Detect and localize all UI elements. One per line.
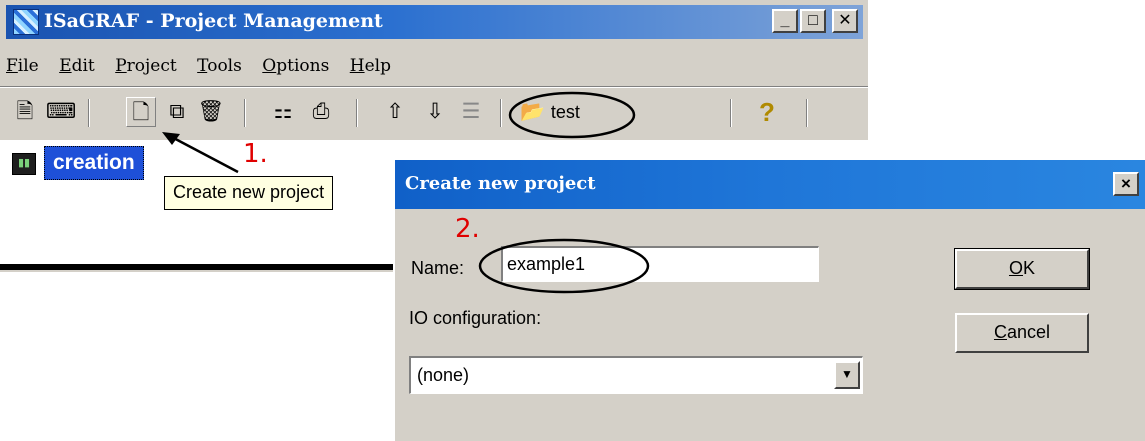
arrow-down-icon[interactable]: ⇩ <box>420 97 450 127</box>
menu-file[interactable]: File <box>6 56 39 76</box>
ok-button[interactable]: OK <box>954 248 1090 290</box>
delete-icon[interactable]: 🗑 <box>196 97 226 127</box>
annotation-ellipse <box>478 238 650 294</box>
toolbar-separator <box>500 99 502 127</box>
main-titlebar[interactable]: ISaGRAF - Project Management _ □ ✕ <box>6 5 863 39</box>
print-icon[interactable]: ⎙ <box>306 97 336 127</box>
toolbar-separator <box>244 99 246 127</box>
toolbar-separator <box>806 99 808 127</box>
annotation-arrow <box>162 132 239 174</box>
toolbar-separator <box>88 99 90 127</box>
arrow-up-icon[interactable]: ⇧ <box>380 97 410 127</box>
dialog-title: Create new project <box>405 173 596 194</box>
name-label: Name: <box>411 258 465 278</box>
page-icon[interactable]: 🗎 <box>10 97 40 127</box>
menu-help[interactable]: Help <box>350 56 391 76</box>
io-configuration-value: (none) <box>417 365 470 385</box>
step-2-annotation: 2. <box>455 214 480 244</box>
menubar: File Edit Project Tools Options Help <box>6 56 407 82</box>
window-title: ISaGRAF - Project Management <box>44 10 383 32</box>
toolbar-separator <box>730 99 732 127</box>
project-group-icon: ▮▮ <box>12 153 36 175</box>
maximize-button[interactable]: □ <box>800 9 826 33</box>
menu-tools[interactable]: Tools <box>197 56 242 76</box>
dialog-titlebar[interactable]: Create new project × <box>395 160 1145 209</box>
toolbar-separator <box>356 99 358 127</box>
menu-options[interactable]: Options <box>262 56 329 76</box>
io-configuration-select[interactable]: (none) ▼ <box>409 356 863 394</box>
annotation-ellipse <box>508 91 636 139</box>
copy-icon[interactable]: ⧉ <box>162 97 192 127</box>
help-icon[interactable]: ? <box>752 97 782 127</box>
step-1-annotation: 1. <box>243 139 268 169</box>
io-configuration-label: IO configuration: <box>409 308 542 328</box>
cancel-button[interactable]: Cancel <box>955 313 1089 353</box>
close-button[interactable]: ✕ <box>832 9 858 33</box>
dialog-close-button[interactable]: × <box>1113 172 1139 196</box>
menu-edit[interactable]: Edit <box>59 56 95 76</box>
new-project-icon[interactable]: 🗋 <box>126 97 156 127</box>
toolbar: 🗎 ⌨ 🗋 ⧉ 🗑 ⚏ ⎙ ⇧ ⇩ ☰ 📂 test ? <box>0 93 868 137</box>
diff-icon[interactable]: ⚏ <box>268 97 298 127</box>
menu-project[interactable]: Project <box>115 56 177 76</box>
lines-icon[interactable]: ☰ <box>456 97 486 127</box>
chevron-down-icon[interactable]: ▼ <box>834 361 860 389</box>
tree-item-creation[interactable]: creation <box>44 146 144 180</box>
minimize-button[interactable]: _ <box>772 9 798 33</box>
edit-icon[interactable]: ⌨ <box>46 97 76 127</box>
menu-separator <box>0 86 868 88</box>
isagraf-app-icon <box>13 9 39 35</box>
create-project-dialog: Create new project × Name: IO configurat… <box>393 158 1145 441</box>
